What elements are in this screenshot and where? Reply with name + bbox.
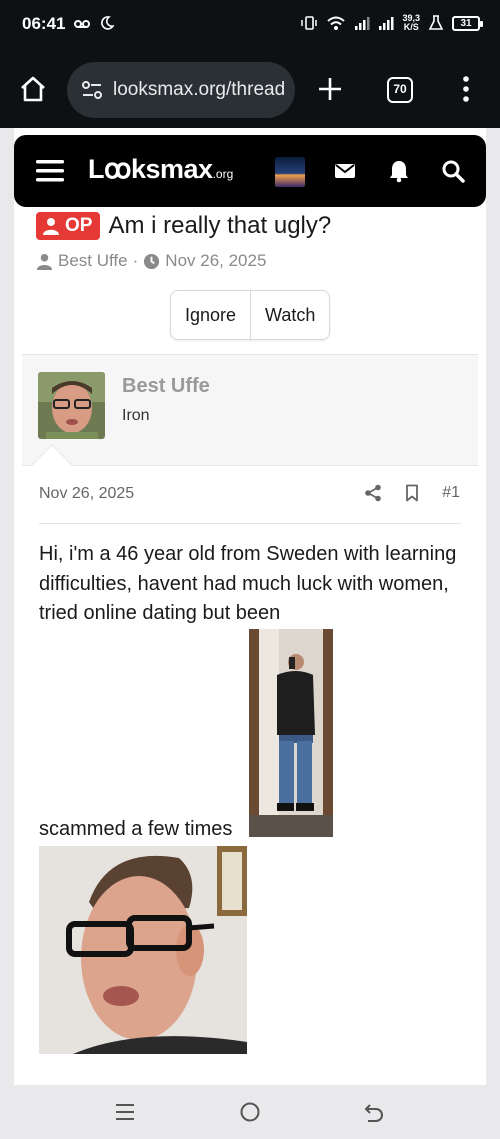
wifi-icon bbox=[327, 16, 346, 30]
web-page: Lꝏksmax.org OP Am i really that ugly? Be… bbox=[0, 128, 500, 1085]
thread-actions: Ignore Watch bbox=[170, 290, 331, 340]
thread-title-row: OP Am i really that ugly? bbox=[36, 212, 331, 240]
share-icon[interactable] bbox=[364, 484, 382, 502]
post-author-rank: Iron bbox=[122, 407, 150, 424]
post-date-link[interactable]: Nov 26, 2025 bbox=[39, 485, 134, 503]
home-nav-icon[interactable] bbox=[238, 1100, 262, 1124]
site-logo[interactable]: Lꝏksmax.org bbox=[88, 154, 233, 185]
system-nav-bar bbox=[0, 1085, 500, 1139]
hamburger-menu-icon[interactable] bbox=[36, 159, 64, 183]
thread-author-link[interactable]: Best Uffe bbox=[58, 251, 128, 271]
meta-separator: · bbox=[132, 251, 139, 270]
address-bar[interactable]: looksmax.org/thread bbox=[67, 62, 295, 118]
thread-title: Am i really that ugly? bbox=[108, 212, 332, 239]
bell-icon[interactable] bbox=[387, 159, 411, 183]
signal-icon bbox=[355, 17, 370, 30]
bookmark-icon[interactable] bbox=[404, 484, 420, 502]
post-author-avatar[interactable] bbox=[38, 372, 105, 439]
ignore-button[interactable]: Ignore bbox=[171, 291, 252, 339]
post-divider bbox=[39, 523, 461, 524]
site-settings-icon[interactable] bbox=[81, 79, 103, 101]
face-selfie-image[interactable] bbox=[39, 846, 247, 1054]
new-tab-icon[interactable] bbox=[315, 74, 345, 104]
watch-button[interactable]: Watch bbox=[251, 291, 329, 339]
op-badge: OP bbox=[36, 212, 101, 240]
user-icon bbox=[36, 253, 53, 270]
post-actions: #1 bbox=[364, 484, 460, 502]
post-author-name[interactable]: Best Uffe bbox=[122, 375, 210, 398]
flask-icon bbox=[428, 15, 444, 30]
status-right-icons: 39,3 K/S 31 bbox=[300, 13, 483, 32]
voicemail-icon bbox=[74, 20, 90, 28]
mail-icon[interactable] bbox=[333, 159, 357, 183]
user-icon bbox=[43, 218, 59, 235]
user-avatar-button[interactable] bbox=[275, 157, 305, 187]
browser-toolbar: looksmax.org/thread 70 bbox=[0, 52, 500, 128]
signal-icon bbox=[379, 17, 394, 30]
mirror-selfie-image[interactable] bbox=[249, 629, 333, 837]
clock-icon bbox=[144, 253, 160, 269]
site-header: Lꝏksmax.org bbox=[14, 135, 486, 207]
recents-icon[interactable] bbox=[113, 1100, 137, 1124]
post-number-link[interactable]: #1 bbox=[442, 484, 460, 502]
moon-icon bbox=[100, 16, 115, 30]
vibrate-icon bbox=[301, 16, 318, 30]
url-text: looksmax.org/thread bbox=[113, 79, 286, 100]
status-time: 06:41 bbox=[22, 14, 66, 33]
home-icon[interactable] bbox=[18, 74, 48, 104]
post-body-text: Hi, i'm a 46 year old from Sweden with l… bbox=[39, 543, 457, 624]
network-speed: 39,3 K/S bbox=[402, 13, 420, 32]
back-icon[interactable] bbox=[362, 1100, 386, 1124]
tab-switcher-button[interactable]: 70 bbox=[387, 77, 413, 103]
post-body-text-end: scammed a few times bbox=[39, 818, 233, 840]
status-left-icons bbox=[74, 16, 115, 33]
battery-icon: 31 bbox=[452, 15, 483, 31]
post-user-block: Best Uffe Iron bbox=[22, 354, 478, 466]
thread-meta: Best Uffe · Nov 26, 2025 bbox=[36, 251, 266, 271]
more-options-icon[interactable] bbox=[457, 74, 475, 104]
search-icon[interactable] bbox=[441, 159, 465, 183]
thread-date-link[interactable]: Nov 26, 2025 bbox=[165, 251, 266, 271]
status-bar: 06:41 39,3 K/S 31 bbox=[0, 0, 500, 52]
